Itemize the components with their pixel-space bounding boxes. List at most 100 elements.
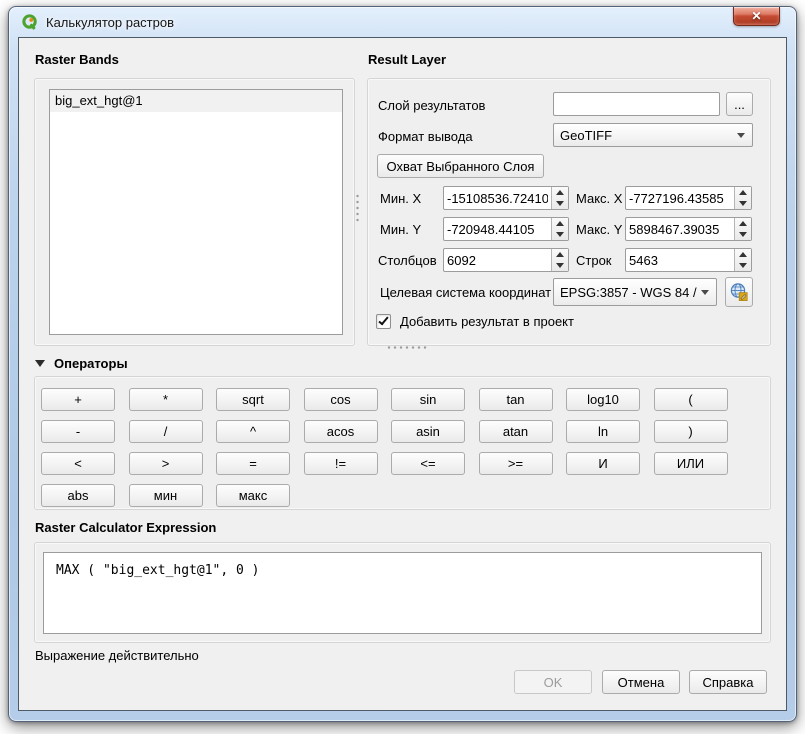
spin-up-button[interactable]: [735, 218, 751, 229]
result-layer-title: Result Layer: [368, 52, 446, 67]
xmax-spinbox: [625, 186, 752, 210]
columns-label: Столбцов: [378, 253, 437, 268]
add-result-to-project-label: Добавить результат в проект: [400, 314, 574, 329]
xmin-spinbox: [443, 186, 569, 210]
spin-up-button[interactable]: [735, 249, 751, 260]
cancel-button[interactable]: Отмена: [602, 670, 680, 694]
ymax-input[interactable]: [626, 218, 734, 240]
operator-button-=[interactable]: =: [216, 452, 290, 475]
spin-down-button[interactable]: [552, 229, 568, 240]
ymax-spinbox: [625, 217, 752, 241]
operator-button-cos[interactable]: cos: [304, 388, 378, 411]
chevron-down-icon: [737, 133, 745, 138]
expression-group: MAX ( "big_ext_hgt@1", 0 ): [34, 542, 771, 643]
select-crs-button[interactable]: [725, 277, 753, 307]
chevron-down-icon: [701, 290, 709, 295]
output-layer-label: Слой результатов: [378, 98, 485, 113]
raster-band-item[interactable]: big_ext_hgt@1: [50, 90, 342, 112]
output-format-label: Формат вывода: [378, 129, 473, 144]
raster-bands-title: Raster Bands: [35, 52, 119, 67]
operator-button-atan[interactable]: atan: [479, 420, 553, 443]
ymin-label: Мин. Y: [380, 222, 421, 237]
ymax-label: Макс. Y: [576, 222, 622, 237]
operator-button-tan[interactable]: tan: [479, 388, 553, 411]
globe-edit-icon: [729, 282, 749, 302]
operator-button-+[interactable]: +: [41, 388, 115, 411]
target-crs-label: Целевая система координат: [380, 285, 551, 300]
target-crs-combo[interactable]: EPSG:3857 - WGS 84 /: [553, 278, 717, 306]
operator-button-ИЛИ[interactable]: ИЛИ: [654, 452, 728, 475]
spin-down-button[interactable]: [552, 198, 568, 209]
window-title: Калькулятор растров: [46, 15, 174, 30]
operator-button-<[interactable]: <: [41, 452, 115, 475]
help-button[interactable]: Справка: [689, 670, 767, 694]
operator-button--[interactable]: -: [41, 420, 115, 443]
spin-up-button[interactable]: [552, 249, 568, 260]
operator-button-sin[interactable]: sin: [391, 388, 465, 411]
output-layer-input[interactable]: [553, 92, 720, 116]
rows-label: Строк: [576, 253, 612, 268]
browse-button[interactable]: ...: [726, 92, 753, 116]
close-icon: ✕: [751, 10, 761, 22]
operators-grid: + * sqrtcossintan log10 ( -/ ^ acos asin atanln) <…: [41, 388, 764, 516]
operator-button-<=[interactable]: <=: [391, 452, 465, 475]
columns-spinbox: [443, 248, 569, 272]
operator-button-ln[interactable]: ln: [566, 420, 640, 443]
vertical-splitter-handle[interactable]: [355, 194, 360, 222]
close-button[interactable]: ✕: [733, 7, 780, 26]
add-result-to-project-row: Добавить результат в проект: [376, 314, 574, 329]
operator-button-sqrt[interactable]: sqrt: [216, 388, 290, 411]
qgis-logo-icon: [21, 13, 39, 31]
operator-button->[interactable]: >: [129, 452, 203, 475]
titlebar[interactable]: Калькулятор растров: [9, 7, 796, 37]
expression-title: Raster Calculator Expression: [35, 520, 216, 535]
result-layer-group: Слой результатов ... Формат вывода GeoTI…: [367, 78, 771, 346]
ymin-input[interactable]: [444, 218, 551, 240]
spin-down-button[interactable]: [735, 198, 751, 209]
operator-button-abs[interactable]: abs: [41, 484, 115, 507]
rows-spinbox: [625, 248, 752, 272]
add-result-to-project-checkbox[interactable]: [376, 314, 391, 329]
operator-button-)[interactable]: ): [654, 420, 728, 443]
operator-button-мин[interactable]: мин: [129, 484, 203, 507]
xmax-label: Макс. X: [576, 191, 622, 206]
spin-up-button[interactable]: [735, 187, 751, 198]
output-format-value: GeoTIFF: [560, 128, 612, 143]
target-crs-value: EPSG:3857 - WGS 84 /: [560, 285, 697, 300]
operators-header[interactable]: Операторы: [35, 356, 128, 371]
collapse-arrow-icon: [35, 360, 45, 367]
operator-button-log10[interactable]: log10: [566, 388, 640, 411]
raster-calculator-window: Калькулятор растров ✕ Raster Bands big_e…: [8, 6, 797, 722]
spin-down-button[interactable]: [735, 260, 751, 271]
spin-down-button[interactable]: [552, 260, 568, 271]
current-layer-extent-button[interactable]: Охват Выбранного Слоя: [377, 154, 544, 178]
raster-bands-list[interactable]: big_ext_hgt@1: [49, 89, 343, 335]
xmin-input[interactable]: [444, 187, 551, 209]
operator-button-^[interactable]: ^: [216, 420, 290, 443]
horizontal-splitter-handle[interactable]: [387, 345, 427, 350]
operator-button-И[interactable]: И: [566, 452, 640, 475]
expression-input[interactable]: MAX ( "big_ext_hgt@1", 0 ): [43, 552, 762, 634]
output-format-combo[interactable]: GeoTIFF: [553, 123, 753, 147]
operators-title: Операторы: [54, 356, 128, 371]
operator-button-/[interactable]: /: [129, 420, 203, 443]
operator-button-макс[interactable]: макс: [216, 484, 290, 507]
ok-button[interactable]: OK: [514, 670, 592, 694]
operator-button->=[interactable]: >=: [479, 452, 553, 475]
columns-input[interactable]: [444, 249, 551, 271]
expression-status: Выражение действительно: [35, 648, 199, 663]
spin-up-button[interactable]: [552, 187, 568, 198]
ymin-spinbox: [443, 217, 569, 241]
spin-down-button[interactable]: [735, 229, 751, 240]
spin-up-button[interactable]: [552, 218, 568, 229]
operators-group: + * sqrtcossintan log10 ( -/ ^ acos asin atanln) <…: [34, 376, 771, 510]
operator-button-asin[interactable]: asin: [391, 420, 465, 443]
operator-button-([interactable]: (: [654, 388, 728, 411]
check-icon: [378, 315, 388, 326]
xmax-input[interactable]: [626, 187, 734, 209]
rows-input[interactable]: [626, 249, 734, 271]
operator-button-*[interactable]: *: [129, 388, 203, 411]
operator-button-!=[interactable]: !=: [304, 452, 378, 475]
dialog-body: Raster Bands big_ext_hgt@1 Result Layer …: [18, 37, 787, 711]
operator-button-acos[interactable]: acos: [304, 420, 378, 443]
